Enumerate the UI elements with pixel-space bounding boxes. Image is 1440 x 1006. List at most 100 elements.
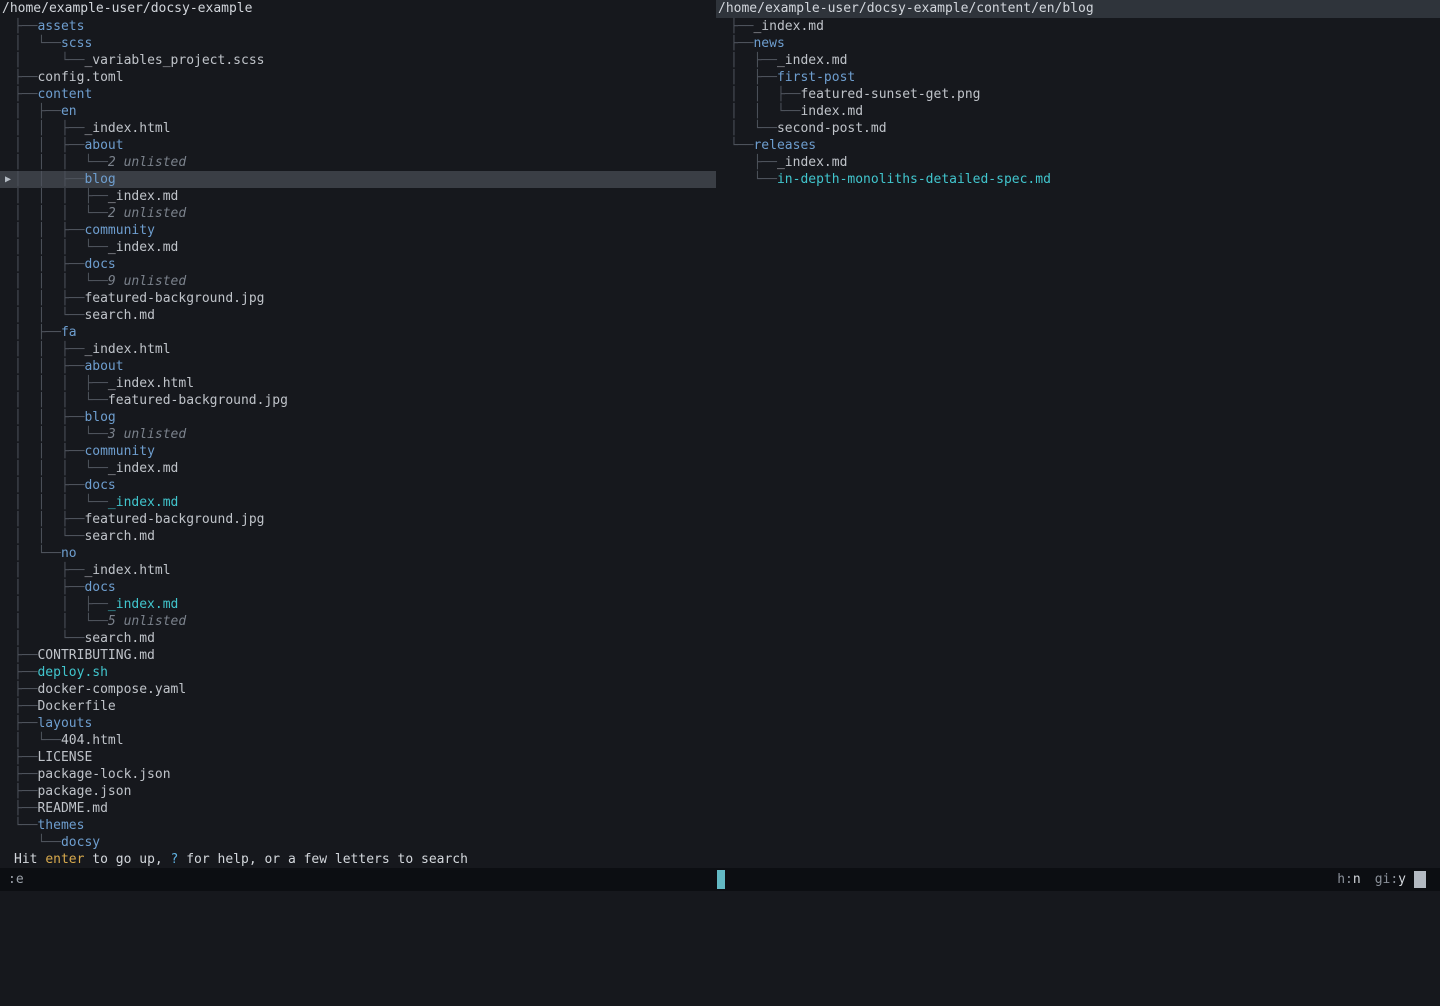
tree-row-2-unlisted[interactable]: │ │ │ └──2 unlisted: [0, 154, 716, 171]
tree-row-config.toml[interactable]: ├──config.toml: [0, 69, 716, 86]
tree-row-no[interactable]: │ └──no: [0, 545, 716, 562]
tree-row-featured-sunset-get.png[interactable]: │ │ ├──featured-sunset-get.png: [716, 86, 1440, 103]
directory-label: docs: [84, 580, 115, 595]
tree-row-docs[interactable]: │ │ ├──docs: [0, 477, 716, 494]
tree-branch-guides: │ │ ├──: [14, 478, 84, 493]
directory-label: layouts: [37, 716, 92, 731]
tree-row-featured-background.jpg[interactable]: │ │ │ └──featured-background.jpg: [0, 392, 716, 409]
tree-row-_index.html[interactable]: │ │ ├──_index.html: [0, 120, 716, 137]
file-label: _index.html: [84, 342, 170, 357]
tree-row-2-unlisted[interactable]: │ │ │ └──2 unlisted: [0, 205, 716, 222]
tree-row-about[interactable]: │ │ ├──about: [0, 137, 716, 154]
tree-row-_variables_project.scss[interactable]: │ └──_variables_project.scss: [0, 52, 716, 69]
tree-row-in-depth-monoliths-detailed-spec.md[interactable]: └──in-depth-monoliths-detailed-spec.md: [716, 171, 1440, 188]
tree-branch-guides: │ │ │ └──: [14, 274, 108, 289]
broot-terminal-app: /home/example-user/docsy-example ├──asse…: [0, 0, 1440, 900]
file-label: _index.md: [777, 155, 847, 170]
file-label: featured-sunset-get.png: [800, 87, 980, 102]
tree-row-docs[interactable]: │ ├──docs: [0, 579, 716, 596]
tree-row-community[interactable]: │ │ ├──community: [0, 443, 716, 460]
tree-row-community[interactable]: │ │ ├──community: [0, 222, 716, 239]
tree-row-404.html[interactable]: │ └──404.html: [0, 732, 716, 749]
tree-row-blog[interactable]: ▶│ │ ├──blog: [0, 171, 716, 188]
tree-row-layouts[interactable]: ├──layouts: [0, 715, 716, 732]
tree-row-blog[interactable]: │ │ ├──blog: [0, 409, 716, 426]
tree-row-_index.md[interactable]: │ ├──_index.md: [716, 52, 1440, 69]
tree-row-about[interactable]: │ │ ├──about: [0, 358, 716, 375]
tree-row-search.md[interactable]: │ │ └──search.md: [0, 307, 716, 324]
tree-row-assets[interactable]: ├──assets: [0, 18, 716, 35]
tree-row-scss[interactable]: │ └──scss: [0, 35, 716, 52]
tree-row-readme.md[interactable]: ├──README.md: [0, 800, 716, 817]
tree-row-docsy[interactable]: └──docsy: [0, 834, 716, 851]
tree-row-content[interactable]: ├──content: [0, 86, 716, 103]
tree-row-featured-background.jpg[interactable]: │ │ ├──featured-background.jpg: [0, 290, 716, 307]
tree-branch-guides: ├──: [14, 750, 37, 765]
tree-row-dockerfile[interactable]: ├──Dockerfile: [0, 698, 716, 715]
tree-row-_index.md[interactable]: │ │ ├──_index.md: [0, 596, 716, 613]
input-bar: :e h:ngi:y: [0, 868, 1440, 891]
tree-row-docker-compose.yaml[interactable]: ├──docker-compose.yaml: [0, 681, 716, 698]
scrollbar-thumb[interactable]: [1414, 871, 1426, 888]
status-text: for help, or a few letters to search: [178, 852, 468, 867]
tree-branch-guides: │ │ └──: [14, 529, 84, 544]
tree-row-contributing.md[interactable]: ├──CONTRIBUTING.md: [0, 647, 716, 664]
tree-branch-guides: │ │ ├──: [14, 291, 84, 306]
tree-row-en[interactable]: │ ├──en: [0, 103, 716, 120]
tree-branch-guides: │ │ ├──: [14, 410, 84, 425]
tree-row-docs[interactable]: │ │ ├──docs: [0, 256, 716, 273]
status-text: Hit: [14, 852, 45, 867]
tree-branch-guides: ├──: [14, 682, 37, 697]
tree-row-package-lock.json[interactable]: ├──package-lock.json: [0, 766, 716, 783]
text-cursor[interactable]: [717, 870, 725, 889]
tree-row-9-unlisted[interactable]: │ │ │ └──9 unlisted: [0, 273, 716, 290]
tree-row-search.md[interactable]: │ │ └──search.md: [0, 528, 716, 545]
tree-branch-guides: ├──: [14, 70, 37, 85]
tree-row-license[interactable]: ├──LICENSE: [0, 749, 716, 766]
tree-branch-guides: │ ├──: [730, 70, 777, 85]
tree-row-_index.md[interactable]: ├──_index.md: [716, 18, 1440, 35]
tree-row-news[interactable]: ├──news: [716, 35, 1440, 52]
file-label: _variables_project.scss: [84, 53, 264, 68]
tree-row-releases[interactable]: └──releases: [716, 137, 1440, 154]
tree-row-_index.md[interactable]: ├──_index.md: [716, 154, 1440, 171]
file-label: featured-background.jpg: [84, 291, 264, 306]
tree-row-index.md[interactable]: │ │ └──index.md: [716, 103, 1440, 120]
left-panel-input[interactable]: :e: [8, 868, 24, 891]
tree-row-first-post[interactable]: │ ├──first-post: [716, 69, 1440, 86]
panels-container: /home/example-user/docsy-example ├──asse…: [0, 0, 1440, 851]
tree-row-_index.html[interactable]: │ │ │ ├──_index.html: [0, 375, 716, 392]
tree-row-fa[interactable]: │ ├──fa: [0, 324, 716, 341]
unlisted-count-label: 5 unlisted: [108, 614, 186, 629]
left-panel-path[interactable]: /home/example-user/docsy-example: [0, 0, 716, 18]
tree-branch-guides: └──: [730, 138, 753, 153]
tree-branch-guides: │ │ ├──: [14, 257, 84, 272]
tree-row-_index.md[interactable]: │ │ │ ├──_index.md: [0, 188, 716, 205]
tree-branch-guides: │ │ ├──: [14, 138, 84, 153]
tree-row-second-post.md[interactable]: │ └──second-post.md: [716, 120, 1440, 137]
tree-branch-guides: │ │ ├──: [14, 121, 84, 136]
file-tree-panel-right: /home/example-user/docsy-example/content…: [716, 0, 1440, 851]
right-panel-path[interactable]: /home/example-user/docsy-example/content…: [716, 0, 1440, 18]
file-label: Dockerfile: [37, 699, 115, 714]
tree-row-_index.md[interactable]: │ │ │ └──_index.md: [0, 460, 716, 477]
tree-row-_index.html[interactable]: │ │ ├──_index.html: [0, 341, 716, 358]
file-label: package-lock.json: [37, 767, 170, 782]
tree-row-featured-background.jpg[interactable]: │ │ ├──featured-background.jpg: [0, 511, 716, 528]
tree-branch-guides: │ │ ├──: [14, 444, 84, 459]
tree-row-search.md[interactable]: │ └──search.md: [0, 630, 716, 647]
tree-row-package.json[interactable]: ├──package.json: [0, 783, 716, 800]
tree-branch-guides: │ ├──: [14, 580, 84, 595]
tree-row-_index.md[interactable]: │ │ │ └──_index.md: [0, 239, 716, 256]
tree-row-3-unlisted[interactable]: │ │ │ └──3 unlisted: [0, 426, 716, 443]
tree-row-_index.md[interactable]: │ │ │ └──_index.md: [0, 494, 716, 511]
directory-label: blog: [84, 410, 115, 425]
status-bar: Hit enter to go up, ? for help, or a few…: [0, 851, 1440, 868]
tree-row-themes[interactable]: └──themes: [0, 817, 716, 834]
tree-branch-guides: │ └──: [14, 36, 61, 51]
tree-row-deploy.sh[interactable]: ├──deploy.sh: [0, 664, 716, 681]
directory-label: first-post: [777, 70, 855, 85]
file-label: search.md: [84, 529, 154, 544]
tree-row-_index.html[interactable]: │ ├──_index.html: [0, 562, 716, 579]
tree-row-5-unlisted[interactable]: │ │ └──5 unlisted: [0, 613, 716, 630]
